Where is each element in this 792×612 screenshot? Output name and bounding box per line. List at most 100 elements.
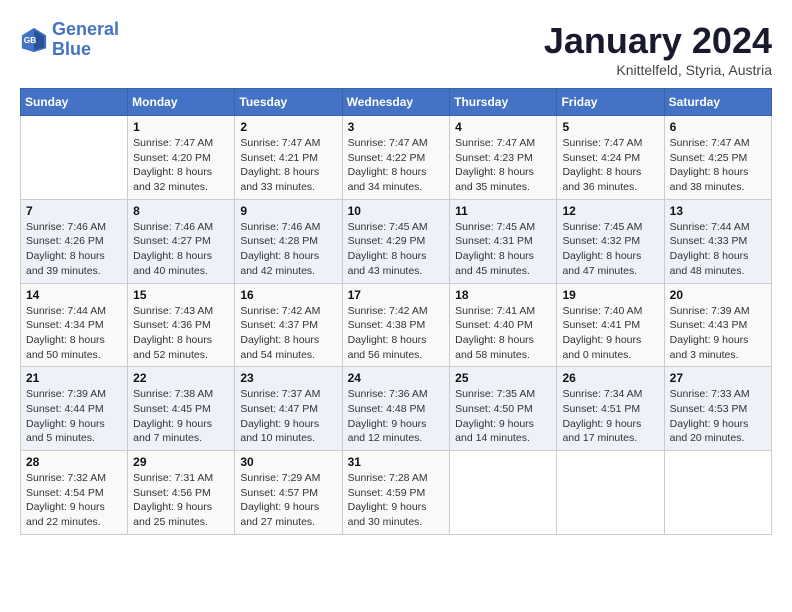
month-title: January 2024 (544, 20, 772, 62)
day-info: Sunrise: 7:39 AMSunset: 4:44 PMDaylight:… (26, 387, 122, 446)
day-info: Sunrise: 7:28 AMSunset: 4:59 PMDaylight:… (348, 471, 445, 530)
calendar-cell: 14Sunrise: 7:44 AMSunset: 4:34 PMDayligh… (21, 283, 128, 367)
day-number: 27 (670, 371, 766, 385)
calendar-week-row: 21 Sunrise: 7:39 AMSunset: 4:44 PMDayligh… (21, 367, 772, 451)
calendar-cell: 20 Sunrise: 7:39 AMSunset: 4:43 PMDayligh… (664, 283, 771, 367)
calendar-cell: 18 Sunrise: 7:41 AMSunset: 4:40 PMDayligh… (450, 283, 557, 367)
calendar-cell (557, 451, 664, 535)
calendar-cell: 27 Sunrise: 7:33 AMSunset: 4:53 PMDayligh… (664, 367, 771, 451)
day-info: Sunrise: 7:33 AMSunset: 4:53 PMDaylight:… (670, 387, 766, 446)
day-info: Sunrise: 7:37 AMSunset: 4:47 PMDaylight:… (240, 387, 336, 446)
location-subtitle: Knittelfeld, Styria, Austria (544, 62, 772, 78)
day-info: Sunrise: 7:46 AMSunset: 4:26 PMDaylight:… (26, 220, 122, 279)
day-info: Sunrise: 7:42 AMSunset: 4:37 PMDaylight:… (240, 304, 336, 363)
day-number: 13 (670, 204, 766, 218)
calendar-cell: 24 Sunrise: 7:36 AMSunset: 4:48 PMDayligh… (342, 367, 450, 451)
day-number: 25 (455, 371, 551, 385)
calendar-cell: 7 Sunrise: 7:46 AMSunset: 4:26 PMDaylight… (21, 199, 128, 283)
calendar-cell: 19Sunrise: 7:40 AMSunset: 4:41 PMDayligh… (557, 283, 664, 367)
calendar-cell: 8 Sunrise: 7:46 AMSunset: 4:27 PMDaylight… (128, 199, 235, 283)
day-number: 11 (455, 204, 551, 218)
logo-text: General Blue (52, 20, 119, 60)
day-number: 10 (348, 204, 445, 218)
weekday-header-monday: Monday (128, 89, 235, 116)
day-info: Sunrise: 7:47 AMSunset: 4:20 PMDaylight:… (133, 136, 229, 195)
day-info: Sunrise: 7:39 AMSunset: 4:43 PMDaylight:… (670, 304, 766, 363)
day-info: Sunrise: 7:47 AMSunset: 4:25 PMDaylight:… (670, 136, 766, 195)
day-number: 20 (670, 288, 766, 302)
calendar-cell: 23 Sunrise: 7:37 AMSunset: 4:47 PMDayligh… (235, 367, 342, 451)
day-number: 26 (562, 371, 658, 385)
day-number: 8 (133, 204, 229, 218)
day-info: Sunrise: 7:35 AMSunset: 4:50 PMDaylight:… (455, 387, 551, 446)
day-number: 7 (26, 204, 122, 218)
day-info: Sunrise: 7:43 AMSunset: 4:36 PMDaylight:… (133, 304, 229, 363)
page-header: GB General Blue January 2024 Knittelfeld… (20, 20, 772, 78)
day-info: Sunrise: 7:32 AMSunset: 4:54 PMDaylight:… (26, 471, 122, 530)
day-info: Sunrise: 7:41 AMSunset: 4:40 PMDaylight:… (455, 304, 551, 363)
day-number: 15 (133, 288, 229, 302)
day-info: Sunrise: 7:46 AMSunset: 4:27 PMDaylight:… (133, 220, 229, 279)
day-number: 5 (562, 120, 658, 134)
calendar-cell: 28Sunrise: 7:32 AMSunset: 4:54 PMDayligh… (21, 451, 128, 535)
weekday-header-friday: Friday (557, 89, 664, 116)
svg-text:GB: GB (24, 35, 37, 45)
day-info: Sunrise: 7:47 AMSunset: 4:22 PMDaylight:… (348, 136, 445, 195)
day-info: Sunrise: 7:38 AMSunset: 4:45 PMDaylight:… (133, 387, 229, 446)
calendar-cell: 25 Sunrise: 7:35 AMSunset: 4:50 PMDayligh… (450, 367, 557, 451)
day-number: 31 (348, 455, 445, 469)
calendar-cell: 16 Sunrise: 7:42 AMSunset: 4:37 PMDayligh… (235, 283, 342, 367)
day-number: 21 (26, 371, 122, 385)
calendar-week-row: 14Sunrise: 7:44 AMSunset: 4:34 PMDayligh… (21, 283, 772, 367)
calendar-cell: 4Sunrise: 7:47 AMSunset: 4:23 PMDaylight… (450, 116, 557, 200)
title-section: January 2024 Knittelfeld, Styria, Austri… (544, 20, 772, 78)
calendar-cell: 26 Sunrise: 7:34 AMSunset: 4:51 PMDayligh… (557, 367, 664, 451)
calendar-cell: 22 Sunrise: 7:38 AMSunset: 4:45 PMDayligh… (128, 367, 235, 451)
calendar-cell: 6 Sunrise: 7:47 AMSunset: 4:25 PMDaylight… (664, 116, 771, 200)
calendar-cell: 29Sunrise: 7:31 AMSunset: 4:56 PMDayligh… (128, 451, 235, 535)
calendar-cell: 3Sunrise: 7:47 AMSunset: 4:22 PMDaylight… (342, 116, 450, 200)
day-number: 12 (562, 204, 658, 218)
day-info: Sunrise: 7:47 AMSunset: 4:21 PMDaylight:… (240, 136, 336, 195)
day-info: Sunrise: 7:46 AMSunset: 4:28 PMDaylight:… (240, 220, 336, 279)
weekday-header-thursday: Thursday (450, 89, 557, 116)
calendar-week-row: 28Sunrise: 7:32 AMSunset: 4:54 PMDayligh… (21, 451, 772, 535)
day-number: 24 (348, 371, 445, 385)
calendar-week-row: 7 Sunrise: 7:46 AMSunset: 4:26 PMDaylight… (21, 199, 772, 283)
day-number: 9 (240, 204, 336, 218)
day-info: Sunrise: 7:34 AMSunset: 4:51 PMDaylight:… (562, 387, 658, 446)
calendar-cell: 30Sunrise: 7:29 AMSunset: 4:57 PMDayligh… (235, 451, 342, 535)
calendar-cell (664, 451, 771, 535)
calendar-cell (450, 451, 557, 535)
calendar-cell: 11 Sunrise: 7:45 AMSunset: 4:31 PMDayligh… (450, 199, 557, 283)
calendar-cell: 10Sunrise: 7:45 AMSunset: 4:29 PMDayligh… (342, 199, 450, 283)
calendar-header-row: SundayMondayTuesdayWednesdayThursdayFrid… (21, 89, 772, 116)
weekday-header-saturday: Saturday (664, 89, 771, 116)
day-info: Sunrise: 7:44 AMSunset: 4:33 PMDaylight:… (670, 220, 766, 279)
logo-line1: General (52, 19, 119, 39)
logo-line2: Blue (52, 39, 91, 59)
day-number: 22 (133, 371, 229, 385)
day-number: 6 (670, 120, 766, 134)
calendar-cell: 1Sunrise: 7:47 AMSunset: 4:20 PMDaylight… (128, 116, 235, 200)
calendar-cell: 12 Sunrise: 7:45 AMSunset: 4:32 PMDayligh… (557, 199, 664, 283)
day-info: Sunrise: 7:36 AMSunset: 4:48 PMDaylight:… (348, 387, 445, 446)
calendar-week-row: 1Sunrise: 7:47 AMSunset: 4:20 PMDaylight… (21, 116, 772, 200)
weekday-header-sunday: Sunday (21, 89, 128, 116)
day-number: 23 (240, 371, 336, 385)
day-number: 18 (455, 288, 551, 302)
day-info: Sunrise: 7:45 AMSunset: 4:32 PMDaylight:… (562, 220, 658, 279)
day-info: Sunrise: 7:40 AMSunset: 4:41 PMDaylight:… (562, 304, 658, 363)
calendar-cell: 9 Sunrise: 7:46 AMSunset: 4:28 PMDaylight… (235, 199, 342, 283)
calendar-cell: 31 Sunrise: 7:28 AMSunset: 4:59 PMDayligh… (342, 451, 450, 535)
day-info: Sunrise: 7:42 AMSunset: 4:38 PMDaylight:… (348, 304, 445, 363)
day-info: Sunrise: 7:45 AMSunset: 4:31 PMDaylight:… (455, 220, 551, 279)
calendar-cell: 5Sunrise: 7:47 AMSunset: 4:24 PMDaylight… (557, 116, 664, 200)
day-number: 30 (240, 455, 336, 469)
weekday-header-wednesday: Wednesday (342, 89, 450, 116)
day-number: 16 (240, 288, 336, 302)
calendar-cell: 13 Sunrise: 7:44 AMSunset: 4:33 PMDayligh… (664, 199, 771, 283)
calendar-cell: 2Sunrise: 7:47 AMSunset: 4:21 PMDaylight… (235, 116, 342, 200)
day-number: 29 (133, 455, 229, 469)
day-number: 4 (455, 120, 551, 134)
